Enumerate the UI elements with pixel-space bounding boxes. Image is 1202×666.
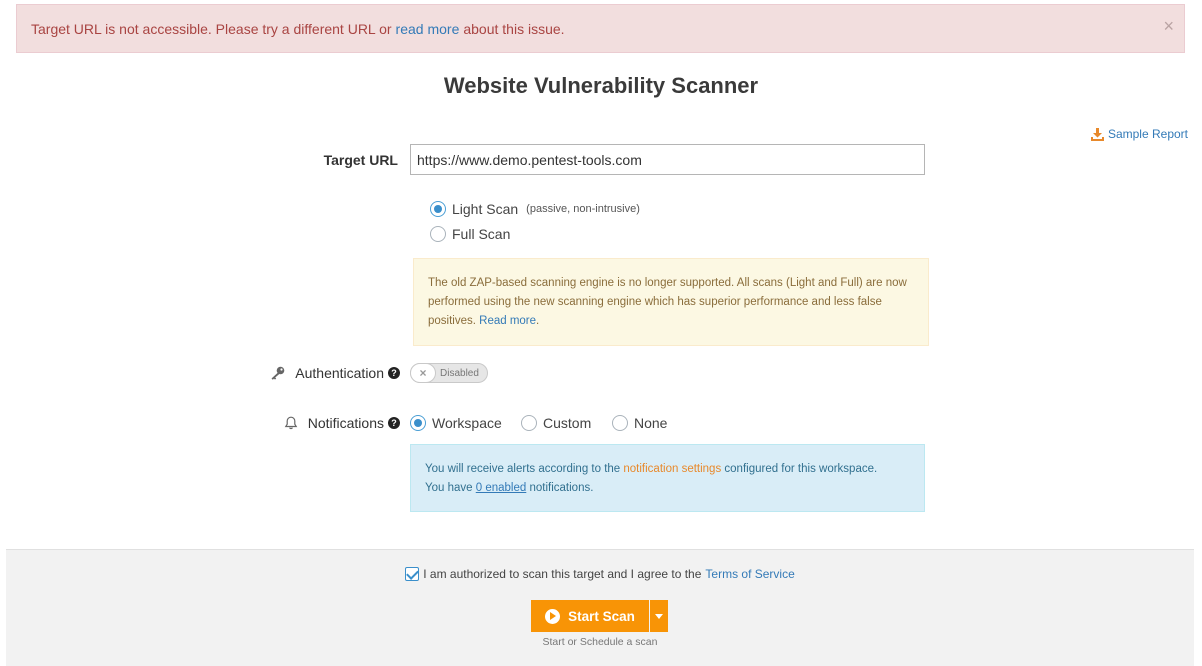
- notification-info-box: You will receive alerts according to the…: [410, 444, 925, 512]
- bell-icon: [284, 416, 298, 430]
- start-scan-group: Start Scan: [531, 600, 668, 632]
- scan-footer: I am authorized to scan this target and …: [6, 549, 1194, 666]
- info-text: You will receive alerts according to the: [425, 463, 621, 475]
- light-scan-radio[interactable]: [430, 201, 446, 217]
- start-scan-hint: Start or Schedule a scan: [542, 636, 658, 648]
- notif-workspace-option[interactable]: Workspace: [410, 415, 502, 431]
- light-scan-option[interactable]: Light Scan (passive, non-intrusive): [430, 201, 640, 217]
- notif-custom-option[interactable]: Custom: [521, 415, 591, 431]
- target-url-label: Target URL: [290, 150, 398, 170]
- full-scan-label: Full Scan: [452, 226, 511, 242]
- light-scan-note: (passive, non-intrusive): [526, 203, 640, 215]
- notifications-label-text: Notifications: [307, 415, 384, 431]
- notif-none-label: None: [634, 415, 668, 431]
- notif-none-radio[interactable]: [612, 415, 628, 431]
- download-icon: [1090, 127, 1104, 141]
- help-icon[interactable]: ?: [388, 417, 400, 429]
- authentication-toggle[interactable]: × Disabled: [410, 363, 488, 383]
- alert-text-end: about this issue.: [463, 20, 565, 37]
- key-icon: [271, 366, 285, 380]
- authentication-label-text: Authentication: [295, 365, 384, 381]
- play-icon: [545, 608, 561, 624]
- sample-report-link[interactable]: Sample Report: [1090, 127, 1188, 141]
- warning-read-more-link[interactable]: Read more: [479, 315, 536, 327]
- info-text-3: You have: [425, 482, 473, 494]
- full-scan-radio[interactable]: [430, 226, 446, 242]
- alert-text: Target URL is not accessible. Please try…: [31, 20, 392, 37]
- authorization-row: I am authorized to scan this target and …: [6, 567, 1194, 581]
- notif-workspace-radio[interactable]: [410, 415, 426, 431]
- error-alert: Target URL is not accessible. Please try…: [16, 4, 1185, 53]
- sample-report-label: Sample Report: [1107, 127, 1188, 141]
- target-url-input[interactable]: [410, 144, 925, 175]
- start-scan-label: Start Scan: [568, 608, 635, 624]
- terms-of-service-link[interactable]: Terms of Service: [705, 567, 794, 581]
- chevron-down-icon: [655, 613, 663, 619]
- notif-custom-label: Custom: [543, 415, 592, 431]
- target-url-label-text: Target URL: [323, 152, 398, 168]
- toggle-off-icon: ×: [410, 363, 436, 383]
- notifications-label: Notifications ?: [240, 413, 400, 433]
- light-scan-label: Light Scan: [452, 201, 519, 217]
- notif-none-option[interactable]: None: [612, 415, 667, 431]
- schedule-dropdown-button[interactable]: [650, 600, 668, 632]
- page-title: Website Vulnerability Scanner: [443, 73, 759, 98]
- start-scan-button[interactable]: Start Scan: [531, 600, 649, 632]
- alert-read-more-link[interactable]: read more: [396, 21, 460, 37]
- authentication-label: Authentication ?: [240, 363, 400, 383]
- full-scan-option[interactable]: Full Scan: [430, 226, 510, 242]
- info-text-4: notifications.: [529, 482, 594, 494]
- warning-end: .: [536, 315, 540, 327]
- toggle-label: Disabled: [440, 367, 479, 379]
- authorization-text: I am authorized to scan this target and …: [423, 567, 702, 581]
- authorization-checkbox[interactable]: [405, 567, 420, 581]
- engine-warning-box: The old ZAP-based scanning engine is no …: [413, 258, 929, 346]
- enabled-notifications-link[interactable]: 0 enabled: [476, 482, 527, 494]
- notif-custom-radio[interactable]: [521, 415, 537, 431]
- notif-workspace-label: Workspace: [432, 415, 502, 431]
- close-icon[interactable]: ×: [1163, 17, 1174, 35]
- help-icon[interactable]: ?: [388, 367, 400, 379]
- info-text-2: configured for this workspace.: [724, 463, 878, 475]
- notification-settings-link[interactable]: notification settings: [623, 463, 721, 475]
